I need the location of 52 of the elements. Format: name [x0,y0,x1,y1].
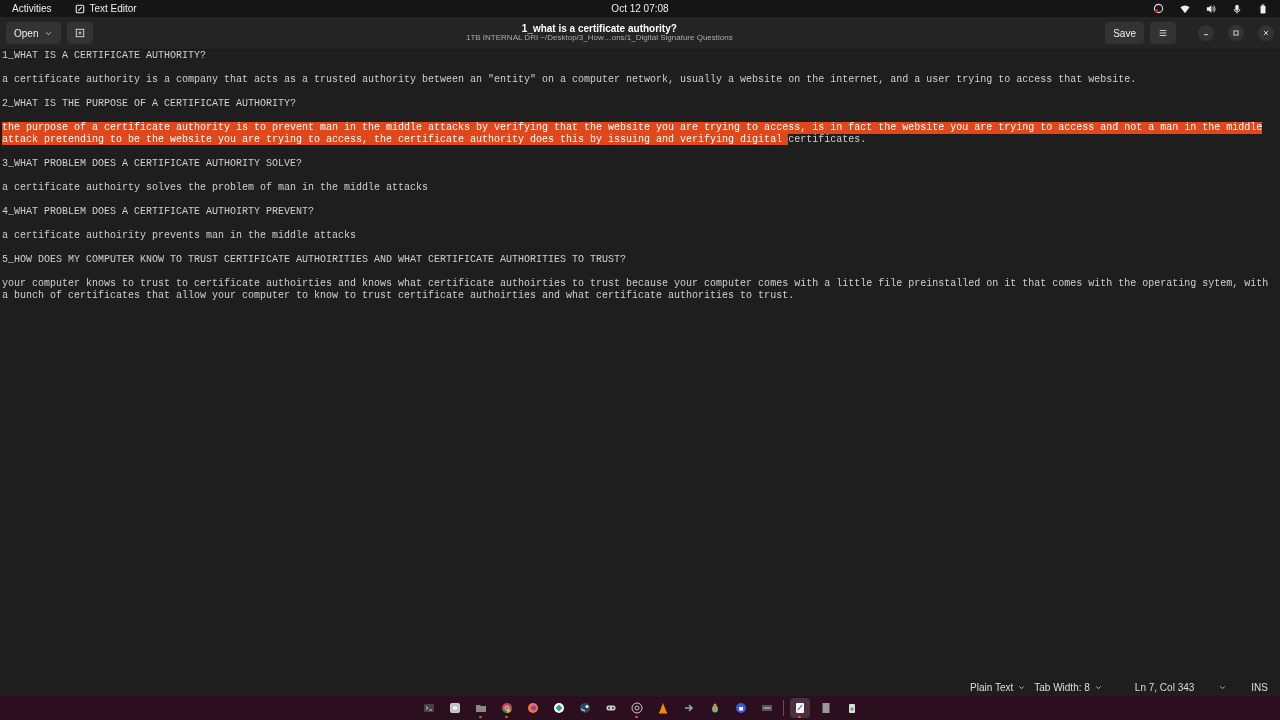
diamond-icon [552,702,565,714]
activities-button[interactable]: Activities [12,1,52,16]
running-indicator [798,716,801,718]
editor-text: certificates. [788,134,867,145]
taskbar-app[interactable] [789,698,810,718]
close-button[interactable] [1258,25,1274,41]
text-editor-icon [793,702,806,714]
save-button[interactable]: Save [1105,22,1144,44]
record-icon [1153,3,1164,14]
cursor-position-dropdown[interactable]: Ln 7, Col 343 [1134,679,1228,695]
browser-icon [500,702,513,714]
running-indicator [505,716,508,718]
menu-button[interactable] [1150,22,1176,44]
window-icon [760,702,773,714]
editor-text: 2_WHAT IS THE PURPOSE OF A CERTIFICATE AUTHORITY? [2,98,297,109]
clock[interactable]: Oct 12 07:08 [611,3,669,14]
running-indicator [635,716,638,718]
editor-text: your computer knows to trust to certificate authoirties and knows what certificate authoirties to trust because your computer comes with a little file preinstalled on it that comes with the operating sytem, with a bunch of certificates that allow your computer to know to trust certificate authoirties and what certificate authorities to trust. [2,278,1270,301]
app-name[interactable]: Text Editor [89,1,137,16]
open-button[interactable]: Open [6,22,62,44]
new-tab-button[interactable] [67,22,94,44]
cone-icon [656,702,669,714]
window-title: 1_what is a certificate authority? [520,23,678,35]
editor-text: 4_WHAT PROBLEM DOES A CERTIFICATE AUTHOIRTY PREVENT? [2,206,315,217]
file-path: 1TB INTERNAL DRI ~/Desktop/3_How…ons/1_Digital Signature Questions [464,34,734,43]
editor-text: a certificate authoirty solves the problem of man in the middle attacks [2,182,429,193]
battery-icon [1258,3,1268,14]
tab-width-dropdown[interactable]: Tab Width: 8 [1034,679,1103,695]
microphone-icon [1232,3,1242,14]
new-tab-icon [75,28,86,38]
editor-text: a certificate authority is a company that acts as a trusted authority between an "entity" on a computer network, usually a website on the internet, and a user trying to access that website. [2,74,1137,85]
text-editor-icon [75,3,86,14]
editor-text: 1_WHAT IS A CERTIFICATE AUTHORITY? [2,50,207,61]
menu-icon [1158,28,1168,38]
maximize-button[interactable] [1228,25,1244,41]
terminal-icon [422,702,435,714]
editor-text: 5_HOW DOES MY COMPUTER KNOW TO TRUST CERTIFICATE AUTHOIRITIES AND WHAT CERTIFICATE AUTHORITIES TO TRUST? [2,254,627,265]
selected-text: the purpose of a certificate authority is to prevent man in the middle attacks by verifying that the website you are trying to access, is in fact the website you are trying to access and not a man in the middle [2,122,1263,134]
close-icon [1261,28,1271,38]
aperture-icon [630,702,643,714]
volume-icon [1206,3,1216,14]
arrow-icon [682,702,695,714]
selected-text: attack pretending to be the website you are trying to access, the certificate authority does this by issuing and verifying digital [2,134,789,145]
wifi-icon [1180,3,1190,14]
running-indicator [479,716,482,718]
language-dropdown[interactable]: Plain Text [970,679,1027,695]
folder-icon [474,702,487,714]
editor-text: a certificate authoirity prevents man in the middle attacks [2,230,357,241]
disc-icon [448,702,461,714]
editor-text: 3_WHAT PROBLEM DOES A CERTIFICATE AUTHORITY SOLVE? [2,158,303,169]
insert-mode[interactable]: INS [1251,679,1268,695]
maximize-icon [1231,28,1241,38]
